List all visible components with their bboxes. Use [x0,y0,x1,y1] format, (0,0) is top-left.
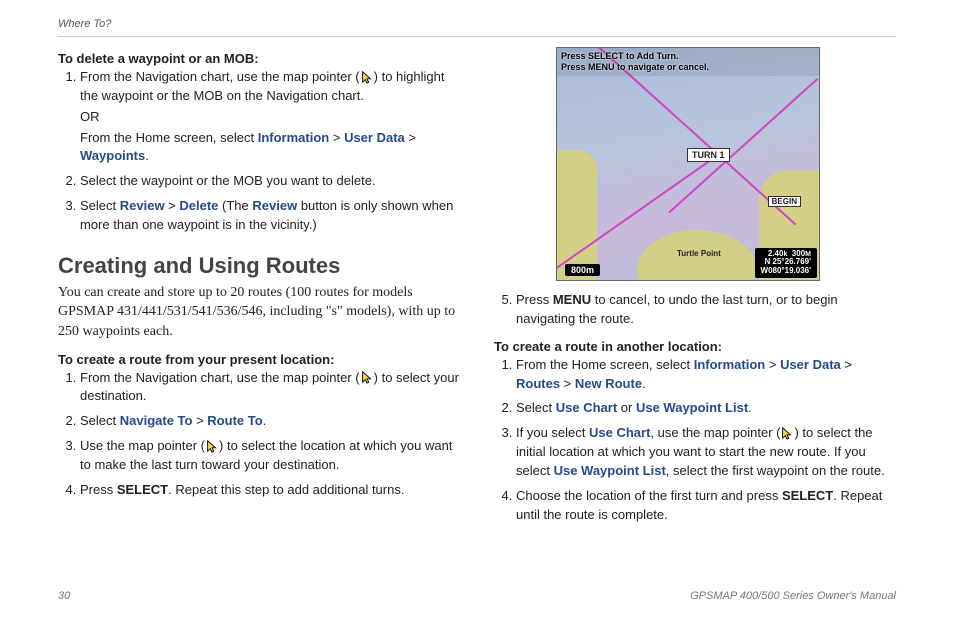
map-pointer-icon [360,370,374,384]
present-step-1: From the Navigation chart, use the map p… [80,369,460,407]
manual-title: GPSMAP 400/500 Series Owner's Manual [690,590,896,602]
present-step-3: Use the map pointer () to select the loc… [80,437,460,475]
use-wpl-link: Use Waypoint List [636,400,748,415]
begin-label: BEGIN [768,196,801,207]
turtle-point-label: Turtle Point [677,249,721,258]
delete-step-1: From the Navigation chart, use the map p… [80,68,460,166]
shot-line2: Press MENU to navigate or cancel. [561,62,815,73]
right-column: Press SELECT to Add Turn. Press MENU to … [494,47,896,534]
turn-label: TURN 1 [687,148,730,162]
review-link: Review [120,198,165,213]
shot-line1: Press SELECT to Add Turn. [561,51,815,62]
present-step-5: Press MENU to cancel, to undo the last t… [516,291,896,329]
present-step-2: Select Navigate To > Route To. [80,412,460,431]
another-step-3: If you select Use Chart, use the map poi… [516,424,896,481]
waypoints-link: Waypoints [80,148,145,163]
or-text: OR [80,108,460,127]
create-route-another-heading: To create a route in another location: [494,339,896,354]
select-button-text: SELECT [117,482,168,497]
another-step-4: Choose the location of the first turn an… [516,487,896,525]
user-data-link-2: User Data [780,357,841,372]
information-link: Information [258,130,330,145]
user-data-link: User Data [344,130,405,145]
new-route-link: New Route [575,376,642,391]
create-route-present-heading: To create a route from your present loca… [58,352,460,367]
map-pointer-icon [360,70,374,84]
route-to-link: Route To [207,413,262,428]
use-chart-link-2: Use Chart [589,425,650,440]
another-step-2: Select Use Chart or Use Waypoint List. [516,399,896,418]
map-pointer-icon [780,426,794,440]
another-step-1: From the Home screen, select Information… [516,356,896,394]
information-link-2: Information [694,357,766,372]
page-footer: 30 GPSMAP 400/500 Series Owner's Manual [58,590,896,602]
delete-step-3: Select Review > Delete (The Review butto… [80,197,460,235]
use-wpl-link-2: Use Waypoint List [554,463,666,478]
routes-intro: You can create and store up to 20 routes… [58,283,460,342]
present-step-4: Press SELECT. Repeat this step to add ad… [80,481,460,500]
menu-button-text: MENU [553,292,591,307]
use-chart-link: Use Chart [556,400,617,415]
device-screenshot: Press SELECT to Add Turn. Press MENU to … [556,47,820,281]
page-number: 30 [58,590,70,602]
info-box: 2.40k 300M N 25°26.769' W080°19.036' [755,248,817,278]
creating-routes-heading: Creating and Using Routes [58,253,460,279]
review-link-2: Review [252,198,297,213]
page-header: Where To? [58,18,896,37]
select-button-text-2: SELECT [782,488,833,503]
routes-link: Routes [516,376,560,391]
delete-link: Delete [179,198,218,213]
scale-label: 800m [565,264,600,276]
navigate-to-link: Navigate To [120,413,193,428]
delete-step-2: Select the waypoint or the MOB you want … [80,172,460,191]
delete-wp-heading: To delete a waypoint or an MOB: [58,51,460,66]
left-column: To delete a waypoint or an MOB: From the… [58,47,460,534]
map-pointer-icon [205,439,219,453]
